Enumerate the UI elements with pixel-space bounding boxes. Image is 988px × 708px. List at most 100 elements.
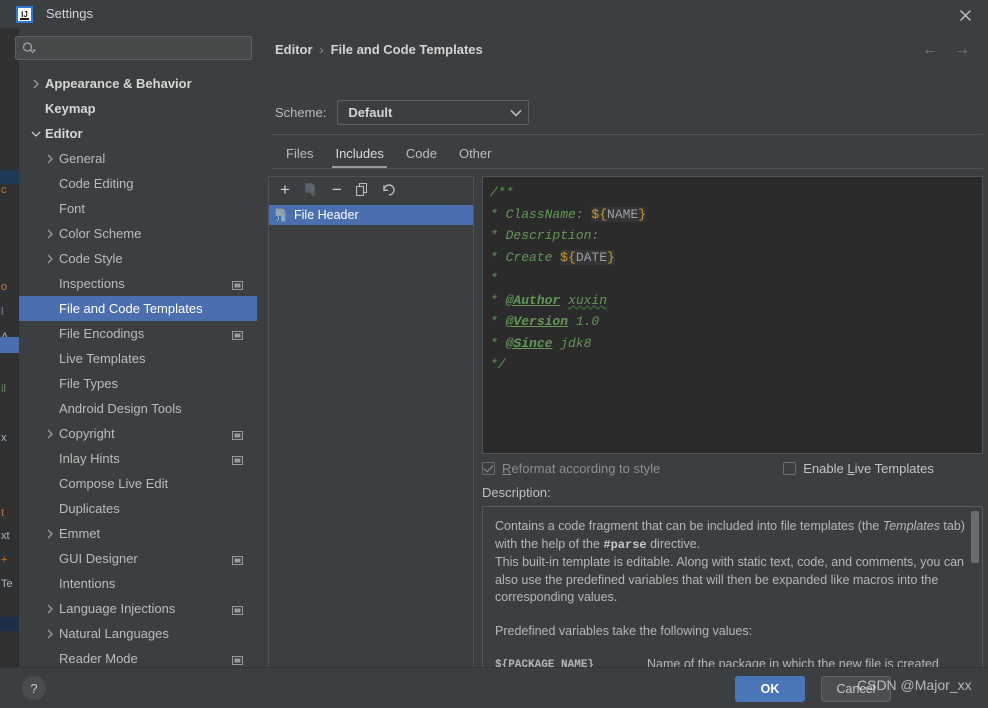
code-line: */ xyxy=(490,354,982,376)
sidebar-item-label: File Types xyxy=(59,376,119,391)
sidebar-item-label: Editor xyxy=(45,126,83,141)
copy-template-button[interactable] xyxy=(352,179,374,201)
code-token: DATE xyxy=(575,249,608,265)
sidebar-item-label: Intentions xyxy=(59,576,116,591)
back-arrow-icon[interactable]: ← xyxy=(922,42,938,58)
code-token: } xyxy=(607,249,615,265)
code-token: 1.0 xyxy=(568,314,600,329)
sidebar-item-label: Compose Live Edit xyxy=(59,476,169,491)
description-paragraph-1: Contains a code fragment that can be inc… xyxy=(495,518,968,554)
code-token: * xyxy=(490,335,506,351)
code-token: xuxin xyxy=(568,292,608,308)
chevron-down-icon[interactable] xyxy=(29,130,43,138)
background-text-fragment: x xyxy=(1,432,7,444)
desc-p1-emphasis: Templates xyxy=(882,519,940,533)
sidebar-item-code-editing[interactable]: Code Editing xyxy=(19,171,257,196)
sidebar-item-keymap[interactable]: Keymap xyxy=(19,96,257,121)
tab-includes[interactable]: Includes xyxy=(324,146,394,168)
sidebar-item-live-templates[interactable]: Live Templates xyxy=(19,346,257,371)
sidebar-item-reader-mode[interactable]: Reader Mode xyxy=(19,646,257,666)
chevron-right-icon[interactable] xyxy=(43,629,57,639)
code-token: @Since xyxy=(505,335,553,351)
enable-live-templates-checkbox[interactable]: Enable Live Templates xyxy=(783,461,934,476)
tab-files[interactable]: Files xyxy=(275,146,324,168)
remove-template-button[interactable]: − xyxy=(326,179,348,201)
desc-p1-code: #parse xyxy=(603,537,647,552)
description-label: Description: xyxy=(482,485,551,500)
sidebar-item-inspections[interactable]: Inspections xyxy=(19,271,257,296)
sidebar-item-editor[interactable]: Editor xyxy=(19,121,257,146)
help-button[interactable]: ? xyxy=(22,676,46,700)
sidebar-item-language-injections[interactable]: Language Injections xyxy=(19,596,257,621)
sidebar-item-copyright[interactable]: Copyright xyxy=(19,421,257,446)
background-highlight-band xyxy=(0,170,19,184)
sidebar-item-android-design-tools[interactable]: Android Design Tools xyxy=(19,396,257,421)
sidebar-item-appearance-behavior[interactable]: Appearance & Behavior xyxy=(19,71,257,96)
description-paragraph-3: Predefined variables take the following … xyxy=(495,623,753,638)
cancel-button[interactable]: Cancel xyxy=(821,676,891,702)
chevron-right-icon[interactable] xyxy=(29,79,43,89)
settings-sidebar: Appearance & Behavior Keymap Editor General… xyxy=(15,28,274,668)
search-glyph xyxy=(22,41,36,53)
code-token: */ xyxy=(490,357,506,372)
breadcrumb-current: File and Code Templates xyxy=(330,42,483,57)
template-list-rows: J File Header xyxy=(269,203,473,225)
template-list-item[interactable]: J File Header xyxy=(269,205,473,225)
sidebar-item-natural-languages[interactable]: Natural Languages xyxy=(19,621,257,646)
code-token: NAME xyxy=(607,206,639,222)
label-pre: Enable xyxy=(803,460,848,476)
chevron-right-icon[interactable] xyxy=(43,254,57,264)
search-box[interactable] xyxy=(15,36,252,60)
tab-label: Code xyxy=(405,146,437,161)
sidebar-item-label: Inlay Hints xyxy=(59,451,120,466)
sidebar-item-file-and-code-templates[interactable]: File and Code Templates xyxy=(19,296,257,321)
breadcrumb-separator: › xyxy=(319,42,324,57)
intellij-logo-icon: IJ xyxy=(16,6,33,23)
sidebar-item-intentions[interactable]: Intentions xyxy=(19,571,257,596)
tab-other[interactable]: Other xyxy=(448,146,503,168)
description-paragraph-2: This built-in template is editable. Alon… xyxy=(495,555,964,604)
chevron-right-icon[interactable] xyxy=(43,429,57,439)
sidebar-item-font[interactable]: Font xyxy=(19,196,257,221)
template-code-editor[interactable]: /** * ClassName: ${NAME} * Description: * … xyxy=(482,176,983,454)
sidebar-item-general[interactable]: General xyxy=(19,146,257,171)
sidebar-item-file-encodings[interactable]: File Encodings xyxy=(19,321,257,346)
checkbox-label: Reformat according to style xyxy=(502,461,660,476)
sidebar-item-inlay-hints[interactable]: Inlay Hints xyxy=(19,446,257,471)
sidebar-item-label: Keymap xyxy=(45,101,96,116)
description-scrollbar-thumb[interactable] xyxy=(971,511,979,563)
ok-button[interactable]: OK xyxy=(735,676,805,702)
chevron-right-icon[interactable] xyxy=(43,604,57,614)
sidebar-item-color-scheme[interactable]: Color Scheme xyxy=(19,221,257,246)
template-list-panel: + − J File Header xyxy=(268,176,474,684)
sidebar-item-emmet[interactable]: Emmet xyxy=(19,521,257,546)
forward-arrow-icon[interactable]: → xyxy=(954,42,970,58)
sidebar-item-label: Appearance & Behavior xyxy=(45,76,192,91)
chevron-right-icon[interactable] xyxy=(43,529,57,539)
sidebar-item-duplicates[interactable]: Duplicates xyxy=(19,496,257,521)
sidebar-item-compose-live-edit[interactable]: Compose Live Edit xyxy=(19,471,257,496)
desc-p1-a: Contains a code fragment that can be inc… xyxy=(495,519,883,533)
chevron-right-icon[interactable] xyxy=(43,154,57,164)
scheme-selected-value: Default xyxy=(348,105,393,120)
sidebar-item-code-style[interactable]: Code Style xyxy=(19,246,257,271)
code-token: * xyxy=(490,314,506,329)
sidebar-item-file-types[interactable]: File Types xyxy=(19,371,257,396)
search-input[interactable] xyxy=(40,41,225,55)
template-list-toolbar: + − xyxy=(269,177,473,203)
code-token: * ClassName: xyxy=(490,206,592,222)
reset-template-button[interactable] xyxy=(378,179,400,201)
background-text-fragment: o xyxy=(1,281,8,293)
breadcrumb-root[interactable]: Editor xyxy=(275,42,313,57)
tab-code[interactable]: Code xyxy=(395,146,448,168)
close-icon[interactable] xyxy=(954,4,976,26)
chevron-right-icon[interactable] xyxy=(43,229,57,239)
add-template-button[interactable]: + xyxy=(274,179,296,201)
configurable-indicator-icon xyxy=(232,603,243,618)
sidebar-item-gui-designer[interactable]: GUI Designer xyxy=(19,546,257,571)
sidebar-item-label: Natural Languages xyxy=(59,626,169,641)
settings-dialog: colAilxtxt+TeT IJ Settings xyxy=(0,0,988,708)
scheme-dropdown[interactable]: Default xyxy=(337,100,530,125)
background-text-fragment: xt xyxy=(1,530,10,542)
label-post: eformat according to style xyxy=(511,460,661,476)
